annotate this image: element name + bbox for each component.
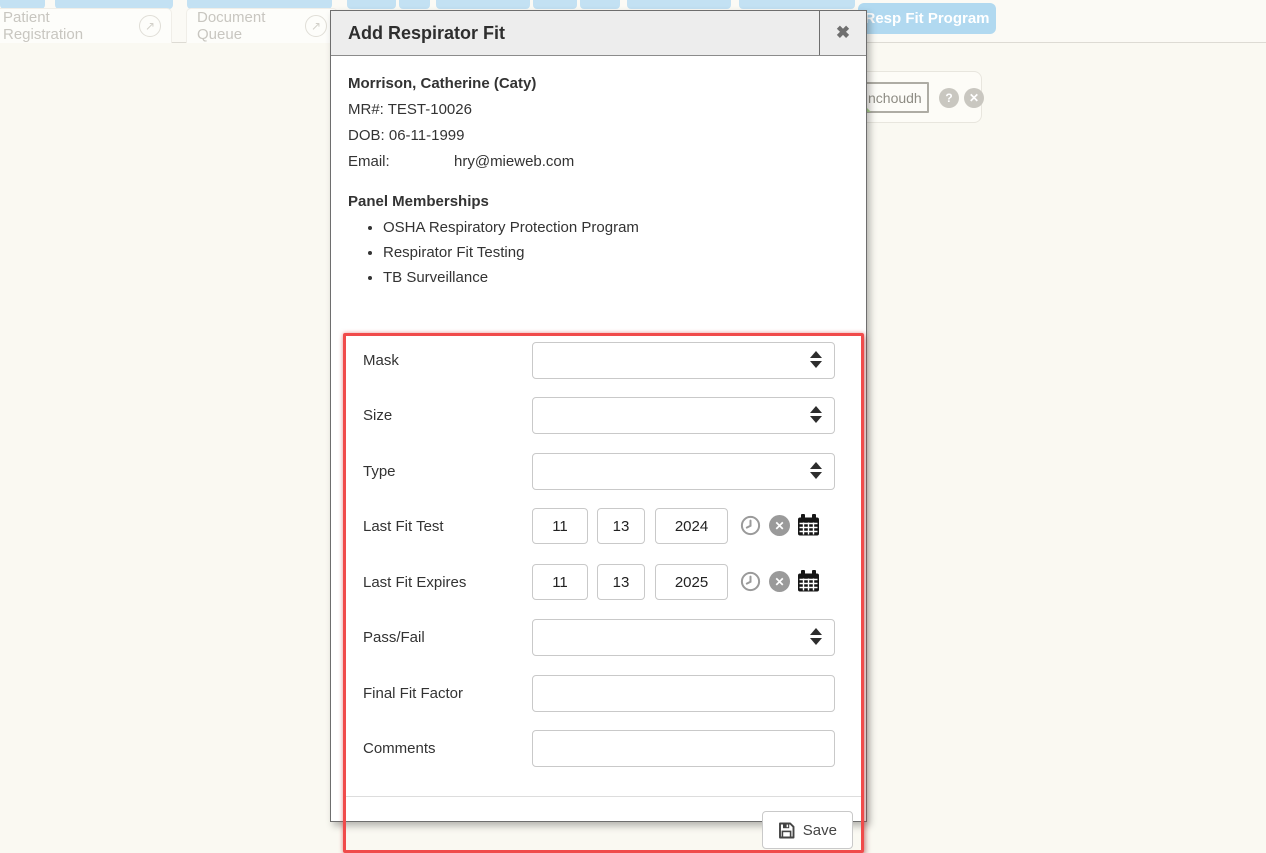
- tab-label: Document Queue: [197, 9, 295, 43]
- highlighted-form-region: Mask Size Type: [343, 333, 864, 853]
- calendar-icon[interactable]: [797, 514, 819, 536]
- email-label: Email:: [348, 153, 454, 170]
- clock-icon[interactable]: [740, 515, 762, 537]
- form-row-mask: Mask: [346, 342, 861, 380]
- month-input[interactable]: [532, 564, 588, 600]
- dialog-body: Morrison, Catherine (Caty) MR#: TEST-100…: [331, 56, 866, 822]
- calendar-icon[interactable]: [797, 570, 819, 592]
- tab-strip-segment[interactable]: [580, 0, 620, 9]
- save-button[interactable]: Save: [762, 811, 853, 849]
- patient-name: Morrison, Catherine (Caty): [348, 75, 849, 92]
- panel-memberships-list: OSHA Respiratory Protection Program Resp…: [348, 219, 849, 286]
- patient-mr-line: MR#: TEST-10026: [348, 101, 849, 118]
- form-row-last-fit-test: Last Fit Test ✕: [346, 508, 861, 546]
- select-arrows-icon: [810, 462, 822, 479]
- field-label: Pass/Fail: [363, 619, 425, 656]
- form-row-pass-fail: Pass/Fail: [346, 619, 861, 657]
- tab-label: Resp Fit Program: [864, 10, 989, 27]
- patient-email-line: Email:hry@mieweb.com: [348, 153, 849, 170]
- save-button-label: Save: [803, 822, 837, 839]
- add-respirator-fit-dialog: Add Respirator Fit ✖ Morrison, Catherine…: [330, 10, 867, 822]
- search-input[interactable]: [863, 82, 929, 113]
- tab-strip-segment[interactable]: [533, 0, 577, 9]
- tab-strip-segment[interactable]: [739, 0, 855, 9]
- field-label: Final Fit Factor: [363, 675, 463, 712]
- dob-label: DOB:: [348, 127, 385, 144]
- month-input[interactable]: [532, 508, 588, 544]
- clear-date-icon[interactable]: ✕: [769, 515, 790, 536]
- form-row-last-fit-expires: Last Fit Expires ✕: [346, 564, 861, 602]
- footer-divider: [346, 796, 861, 797]
- type-select[interactable]: [532, 453, 835, 490]
- tab-strip-segment[interactable]: [627, 0, 731, 9]
- clock-icon[interactable]: [740, 571, 762, 593]
- tab-strip-segment[interactable]: [436, 0, 530, 9]
- save-icon: [778, 822, 795, 839]
- comments-input[interactable]: [532, 730, 835, 767]
- mask-select[interactable]: [532, 342, 835, 379]
- field-label: Last Fit Expires: [363, 564, 466, 601]
- external-link-circle-icon[interactable]: ↗: [139, 15, 161, 37]
- tab-strip-segment[interactable]: [399, 0, 430, 9]
- tab-label: Patient Registration: [3, 9, 129, 43]
- clear-date-icon[interactable]: ✕: [769, 571, 790, 592]
- tab-document-queue[interactable]: Document Queue ↗: [186, 8, 338, 43]
- select-arrows-icon: [810, 406, 822, 423]
- mr-label: MR#:: [348, 101, 384, 118]
- list-item: Respirator Fit Testing: [383, 244, 849, 261]
- dob-value: 06-11-1999: [389, 127, 465, 144]
- list-item: OSHA Respiratory Protection Program: [383, 219, 849, 236]
- select-arrows-icon: [810, 628, 822, 645]
- field-label: Size: [363, 397, 392, 434]
- form-row-final-fit-factor: Final Fit Factor: [346, 675, 861, 713]
- field-label: Comments: [363, 730, 436, 767]
- form-row-comments: Comments: [346, 730, 861, 768]
- help-icon[interactable]: ?: [939, 88, 959, 108]
- day-input[interactable]: [597, 564, 645, 600]
- clear-search-icon[interactable]: ✕: [964, 88, 984, 108]
- passfail-select[interactable]: [532, 619, 835, 656]
- field-label: Last Fit Test: [363, 508, 444, 545]
- tab-resp-fit-program[interactable]: Resp Fit Program: [858, 3, 996, 34]
- form-row-type: Type: [346, 453, 861, 491]
- field-label: Mask: [363, 342, 399, 379]
- day-input[interactable]: [597, 508, 645, 544]
- search-panel: ? ✕: [850, 71, 982, 123]
- email-value: hry@mieweb.com: [454, 153, 574, 170]
- dialog-header[interactable]: Add Respirator Fit ✖: [331, 11, 866, 56]
- final-fit-factor-input[interactable]: [532, 675, 835, 712]
- form-row-size: Size: [346, 397, 861, 435]
- year-input[interactable]: [655, 564, 728, 600]
- external-link-circle-icon[interactable]: ↗: [305, 15, 327, 37]
- mr-value: TEST-10026: [388, 101, 472, 118]
- select-arrows-icon: [810, 351, 822, 368]
- list-item: TB Surveillance: [383, 269, 849, 286]
- tab-patient-registration[interactable]: Patient Registration ↗: [0, 8, 172, 43]
- dialog-title: Add Respirator Fit: [331, 11, 819, 55]
- panel-memberships-title: Panel Memberships: [348, 193, 849, 210]
- size-select[interactable]: [532, 397, 835, 434]
- close-icon[interactable]: ✖: [819, 11, 866, 55]
- tab-strip-segment[interactable]: [347, 0, 396, 9]
- year-input[interactable]: [655, 508, 728, 544]
- patient-dob-line: DOB: 06-11-1999: [348, 127, 849, 144]
- field-label: Type: [363, 453, 396, 490]
